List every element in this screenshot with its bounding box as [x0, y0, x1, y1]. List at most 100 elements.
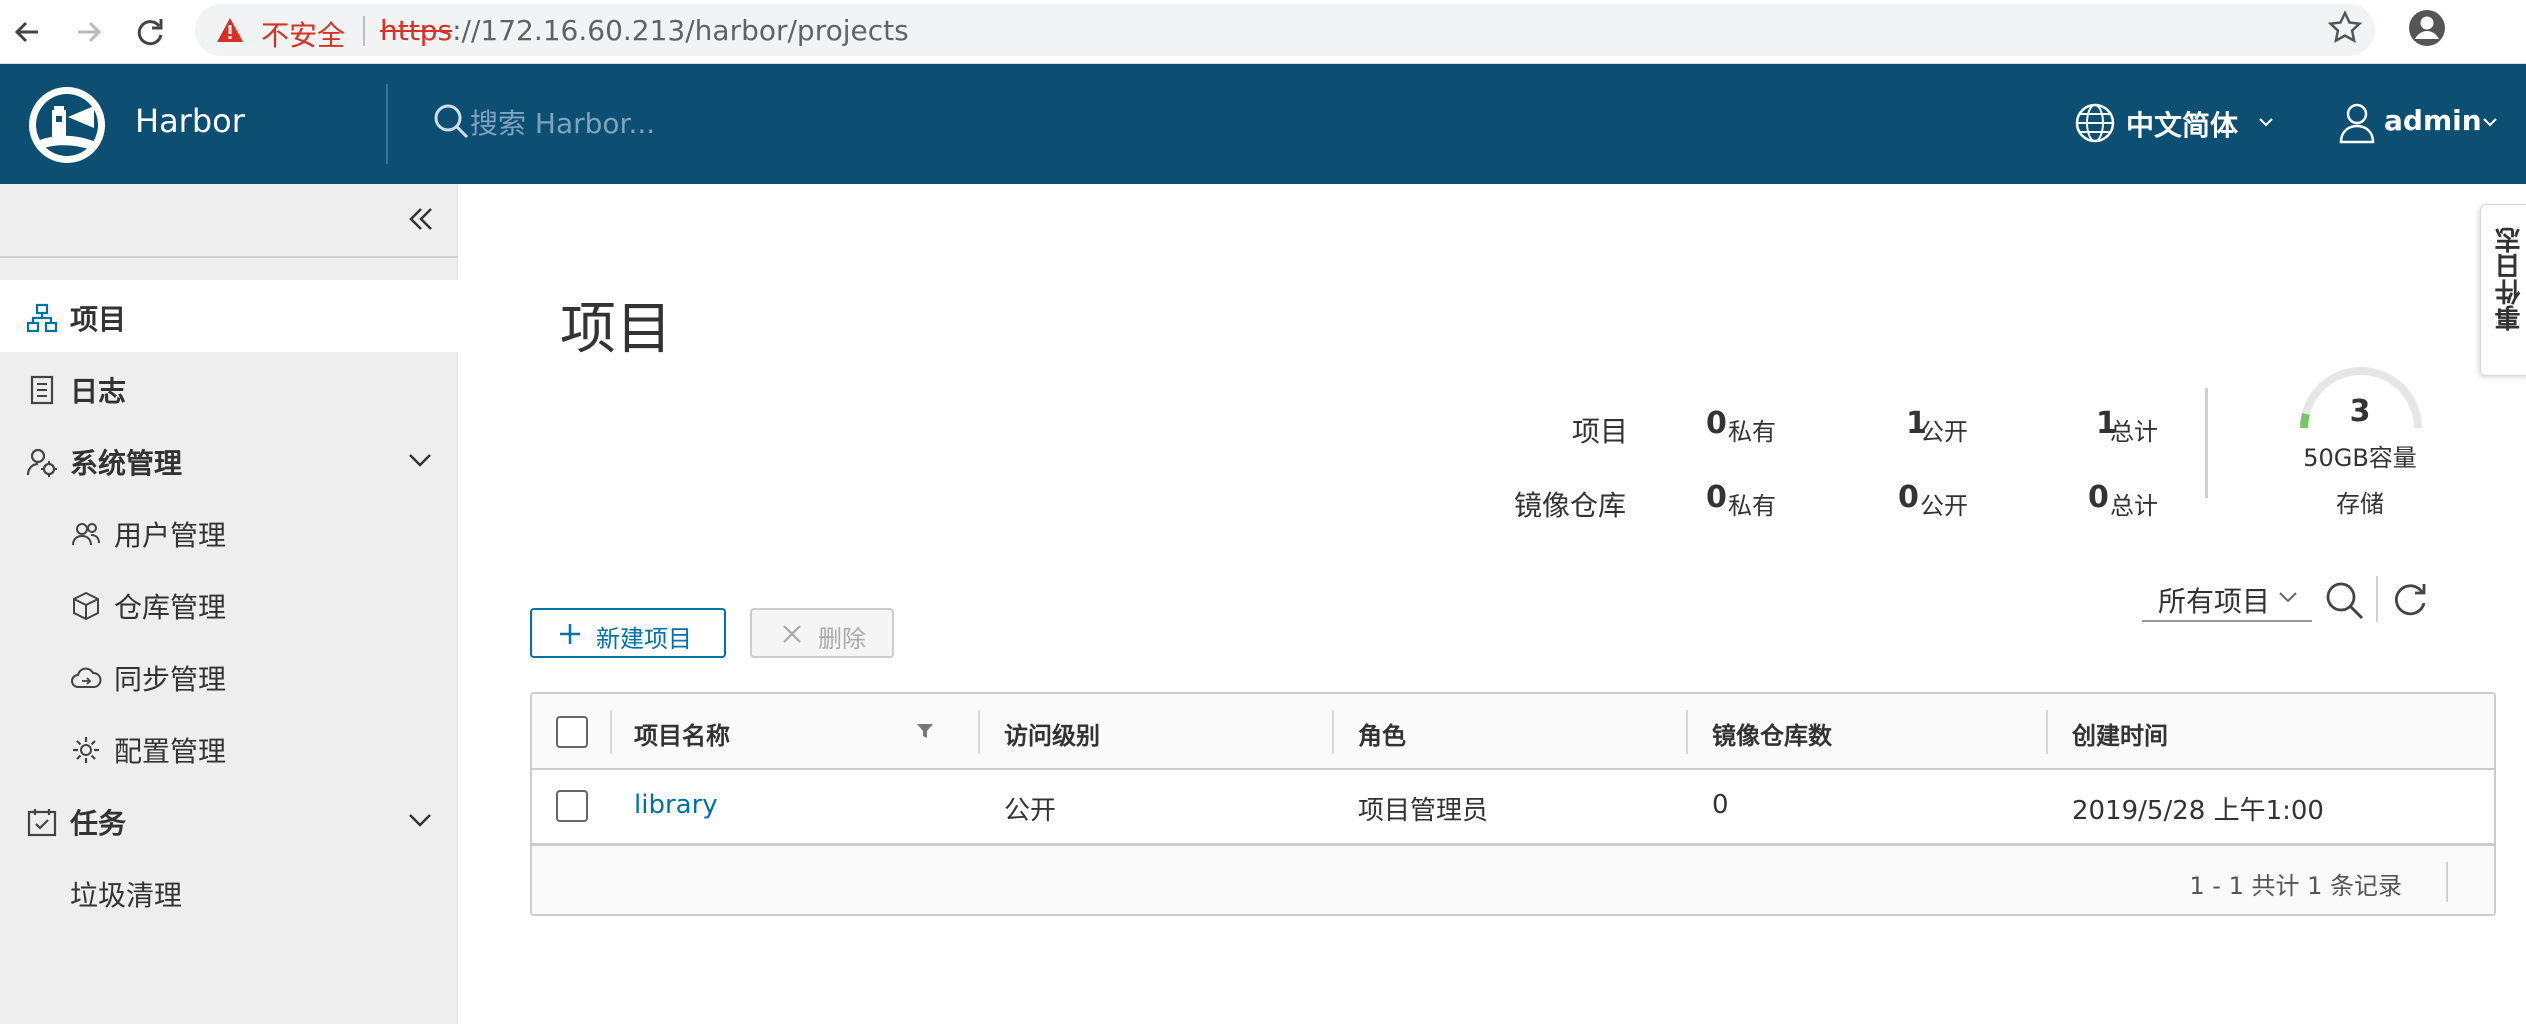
- project-name-link[interactable]: library: [634, 790, 718, 820]
- select-all-checkbox[interactable]: [556, 716, 588, 748]
- column-header-access[interactable]: 访问级别: [1004, 716, 1100, 751]
- sidebar-item-logs[interactable]: 日志: [0, 352, 458, 424]
- sidebar-item-users[interactable]: 用户管理: [0, 496, 458, 568]
- stat-repos-public-count: 0: [1898, 480, 1919, 515]
- stat-projects-private-count: 0: [1706, 406, 1727, 441]
- creation-time: 2019/5/28 上午1:00: [2072, 796, 2324, 826]
- close-icon: [783, 625, 801, 643]
- column-separator: [1686, 710, 1688, 754]
- config-gear-icon: [73, 737, 99, 763]
- warning-icon: [215, 16, 245, 48]
- sidebar-item-registries[interactable]: 仓库管理: [0, 568, 458, 640]
- chevron-down-icon: [409, 454, 431, 467]
- refresh-icon[interactable]: [2390, 578, 2430, 622]
- row-checkbox[interactable]: [556, 790, 588, 822]
- language-label: 中文简体: [2126, 109, 2239, 142]
- back-arrow-icon[interactable]: [6, 10, 50, 54]
- sidebar-item-config[interactable]: 配置管理: [0, 712, 458, 784]
- column-header-created[interactable]: 创建时间: [2072, 716, 2168, 751]
- table-search-icon[interactable]: [2324, 580, 2364, 624]
- storage-label: 存储: [2336, 490, 2384, 518]
- insecure-label: 不安全: [261, 19, 346, 52]
- sidebar-item-label: 任务: [70, 807, 127, 840]
- repo-count: 0: [1712, 790, 1729, 820]
- filter-value: 所有项目: [2158, 585, 2271, 618]
- stat-repos-label: 镜像仓库: [1514, 489, 1627, 522]
- language-selector[interactable]: 中文简体: [2074, 102, 2273, 148]
- stat-public-suffix: 公开: [1920, 492, 1968, 520]
- table-header: 项目名称 访问级别 角色 镜像仓库数 创建时间: [532, 694, 2494, 770]
- username-label: admin: [2384, 104, 2482, 137]
- delete-label: 删除: [818, 625, 866, 653]
- column-separator: [978, 710, 980, 754]
- address-separator: [363, 16, 365, 46]
- reload-icon[interactable]: [128, 10, 172, 54]
- column-header-name[interactable]: 项目名称: [634, 716, 730, 751]
- footer-separator: [2446, 862, 2448, 902]
- globe-icon: [2075, 103, 2115, 143]
- stat-projects-label: 项目: [1572, 415, 1629, 448]
- registry-icon: [73, 591, 99, 621]
- logs-icon: [30, 375, 54, 405]
- sidebar-item-replication[interactable]: 同步管理: [0, 640, 458, 712]
- stat-private-suffix: 私有: [1728, 492, 1776, 520]
- tasks-icon: [27, 809, 57, 837]
- pagination-summary: 1 - 1 共计 1 条记录: [2189, 872, 2402, 900]
- brand-name[interactable]: Harbor: [135, 102, 245, 140]
- stats-divider: [2205, 388, 2208, 498]
- column-header-repo-count[interactable]: 镜像仓库数: [1712, 716, 1832, 751]
- stat-repos-private-count: 0: [1706, 480, 1727, 515]
- collapse-sidebar-icon[interactable]: [406, 204, 436, 238]
- stat-repos-total-count: 0: [2088, 480, 2109, 515]
- sidebar-divider: [0, 256, 458, 258]
- table-footer: 1 - 1 共计 1 条记录: [532, 846, 2494, 914]
- column-separator: [610, 710, 612, 754]
- harbor-logo-icon[interactable]: [26, 84, 108, 170]
- column-separator: [2046, 710, 2048, 754]
- filter-icon[interactable]: [916, 722, 934, 740]
- global-search-input[interactable]: [470, 100, 1070, 146]
- plus-icon: [560, 624, 580, 644]
- new-project-button[interactable]: 新建项目: [530, 608, 726, 658]
- chevron-down-icon: [2483, 118, 2497, 127]
- sidebar-item-tasks[interactable]: 任务: [0, 784, 458, 856]
- delete-button[interactable]: 删除: [750, 608, 894, 658]
- projects-table: 项目名称 访问级别 角色 镜像仓库数 创建时间 library 公开 项目管理员…: [530, 692, 2496, 916]
- sidebar-item-label: 系统管理: [70, 447, 183, 480]
- stat-total-suffix: 总计: [2110, 418, 2158, 446]
- user-menu[interactable]: admin: [2338, 102, 2497, 148]
- stat-private-suffix: 私有: [1728, 418, 1776, 446]
- admin-icon: [26, 448, 57, 477]
- new-project-label: 新建项目: [596, 625, 692, 653]
- column-header-role[interactable]: 角色: [1358, 716, 1406, 751]
- stat-total-suffix: 总计: [2110, 492, 2158, 520]
- browser-toolbar: 不安全 https://172.16.60.213/harbor/project…: [0, 0, 2526, 64]
- bookmark-star-icon[interactable]: [2325, 8, 2365, 52]
- storage-count: 3: [2349, 394, 2371, 429]
- event-log-tab[interactable]: 事件日志: [2480, 204, 2526, 376]
- forward-arrow-icon[interactable]: [66, 10, 110, 54]
- sidebar-item-label: 仓库管理: [114, 591, 227, 624]
- chevron-down-icon: [409, 814, 431, 827]
- sidebar-item-label: 项目: [70, 303, 127, 336]
- sidebar-item-gc[interactable]: 垃圾清理: [0, 856, 458, 928]
- access-level: 公开: [1004, 796, 1057, 826]
- chevron-down-icon: [2279, 592, 2297, 603]
- storage-capacity: 50GB容量: [2303, 444, 2417, 472]
- search-icon: [432, 102, 470, 144]
- stat-public-suffix: 公开: [1920, 418, 1968, 446]
- role: 项目管理员: [1358, 796, 1489, 826]
- url-text: https://172.16.60.213/harbor/projects: [380, 14, 909, 47]
- sidebar: 项目 日志 系统管理 用户管理 仓库管理 同步管理 配置管理 任务 垃圾清理: [0, 184, 458, 1024]
- sidebar-item-admin[interactable]: 系统管理: [0, 424, 458, 496]
- chevron-down-icon: [2259, 118, 2273, 127]
- user-icon: [2339, 103, 2375, 144]
- sidebar-item-label: 用户管理: [114, 519, 227, 552]
- browser-account-icon[interactable]: [2405, 6, 2449, 54]
- users-icon: [72, 523, 100, 546]
- replication-icon: [71, 667, 102, 688]
- sidebar-item-projects[interactable]: 项目: [0, 280, 458, 352]
- address-bar[interactable]: 不安全 https://172.16.60.213/harbor/project…: [195, 4, 2375, 56]
- page-title: 项目: [560, 297, 672, 362]
- project-filter-select[interactable]: 所有项目: [2142, 572, 2312, 622]
